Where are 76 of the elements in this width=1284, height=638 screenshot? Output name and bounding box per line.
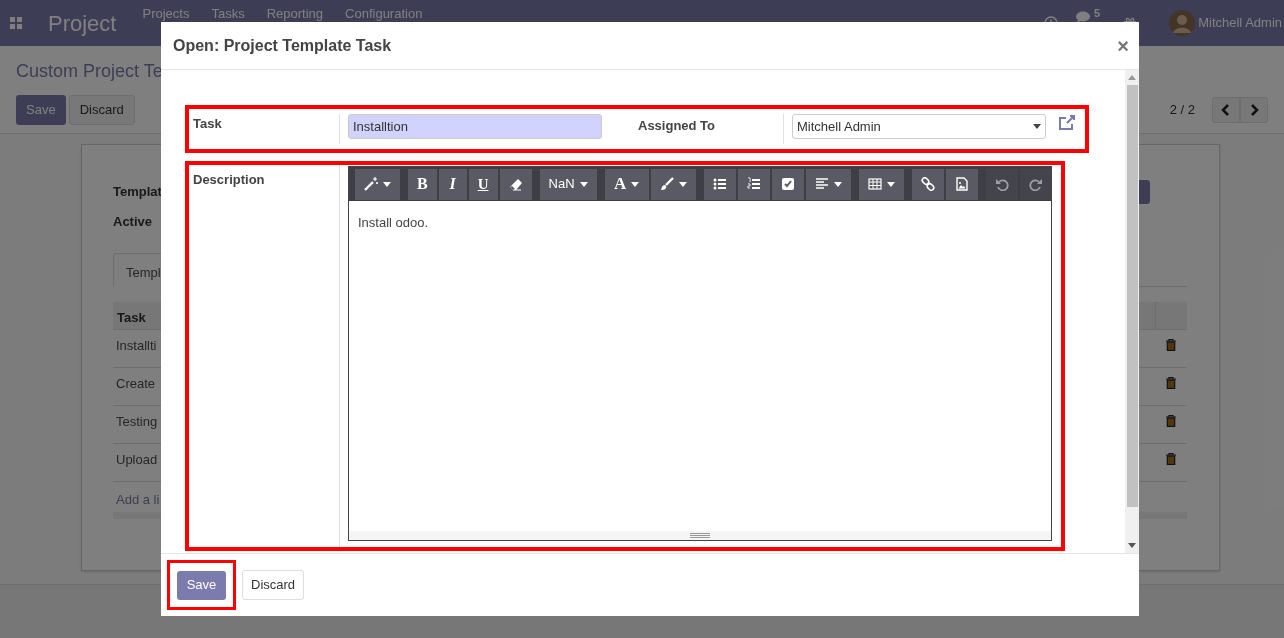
caret-icon	[1033, 124, 1041, 129]
field-label: Task	[192, 115, 223, 133]
font-size-button[interactable]: NaN	[539, 168, 597, 200]
previous-icon	[1221, 104, 1231, 116]
style-button[interactable]	[355, 168, 400, 200]
caret-icon	[833, 181, 842, 187]
link-icon	[920, 177, 935, 191]
message-count: 5	[1094, 7, 1101, 19]
link-button[interactable]	[911, 168, 944, 200]
table-cell-text: Testing	[115, 413, 159, 431]
apps-icon[interactable]	[10, 17, 22, 29]
checklist-button[interactable]	[771, 168, 804, 200]
assigned-to-dropdown[interactable]: Mitchell Admin	[792, 114, 1046, 139]
caret-icon	[678, 181, 687, 187]
underline-button[interactable]: U	[468, 168, 498, 200]
field-label: Assigned To	[638, 117, 717, 135]
next-button[interactable]	[1240, 97, 1268, 123]
column-header: Task	[116, 309, 147, 327]
bold-button[interactable]: B	[408, 168, 437, 200]
font-color-button[interactable]: A	[604, 168, 649, 200]
undo-icon	[994, 177, 1009, 191]
menu-item[interactable]: Configuration	[345, 4, 423, 24]
next-icon	[1249, 104, 1259, 116]
caret-icon	[631, 181, 640, 187]
description-text[interactable]: Install odoo.	[349, 201, 1051, 531]
user-name[interactable]: Mitchell Admin	[1198, 13, 1282, 33]
field-label: Active	[113, 214, 153, 229]
scroll-down-icon	[1128, 543, 1136, 548]
trash-icon[interactable]	[1166, 339, 1176, 351]
dialog-title: Open: Project Template Task	[173, 35, 392, 56]
save-button[interactable]: Save	[16, 95, 66, 125]
table-button[interactable]	[858, 168, 904, 200]
image-icon	[954, 177, 969, 191]
eraser-icon	[508, 177, 523, 191]
task-field[interactable]: Installtion	[348, 114, 602, 139]
discard-button[interactable]: Discard	[68, 95, 135, 125]
scroll-up-icon	[1128, 75, 1136, 80]
pager: 2 / 2	[1169, 101, 1195, 120]
table-icon	[867, 177, 882, 191]
eraser-button[interactable]	[499, 168, 532, 200]
table-cell-text: Upload	[115, 451, 159, 469]
previous-button[interactable]	[1212, 97, 1240, 123]
align-icon	[814, 177, 829, 191]
image-button[interactable]	[945, 168, 978, 200]
menu-item[interactable]: Tasks	[211, 4, 245, 24]
table-cell-text: Installti	[115, 337, 158, 355]
table-cell-text: Create	[115, 375, 157, 393]
discard-button[interactable]: Discard	[242, 570, 305, 600]
bullets-icon	[712, 177, 727, 191]
external-link-icon[interactable]	[1058, 114, 1076, 132]
redo-icon	[1028, 177, 1043, 191]
field-label: Templat	[113, 184, 162, 199]
brush-button[interactable]	[650, 168, 696, 200]
trash-icon[interactable]	[1166, 453, 1176, 465]
trash-icon[interactable]	[1166, 377, 1176, 389]
app-title: Project	[48, 9, 117, 38]
numbers-icon	[746, 177, 761, 191]
italic-button[interactable]: I	[438, 168, 467, 200]
menu-item[interactable]: Reporting	[266, 4, 324, 24]
close-button[interactable]: ×	[1117, 35, 1129, 56]
chat-icon[interactable]	[1076, 10, 1091, 23]
field-label: Description	[192, 171, 266, 189]
trash-icon[interactable]	[1166, 415, 1176, 427]
numbers-button[interactable]	[737, 168, 770, 200]
caret-icon	[579, 181, 588, 187]
brush-icon	[659, 177, 674, 191]
resize-handle-icon[interactable]	[690, 533, 710, 538]
align-button[interactable]	[805, 168, 851, 200]
caret-icon	[886, 181, 895, 187]
checklist-icon	[780, 177, 795, 191]
caret-icon	[383, 181, 391, 187]
save-button[interactable]: Save	[176, 570, 227, 600]
bullets-button[interactable]	[703, 168, 736, 200]
style-icon	[364, 177, 378, 191]
scrollbar[interactable]	[1125, 70, 1139, 553]
menu-item[interactable]: Projects	[142, 4, 190, 24]
